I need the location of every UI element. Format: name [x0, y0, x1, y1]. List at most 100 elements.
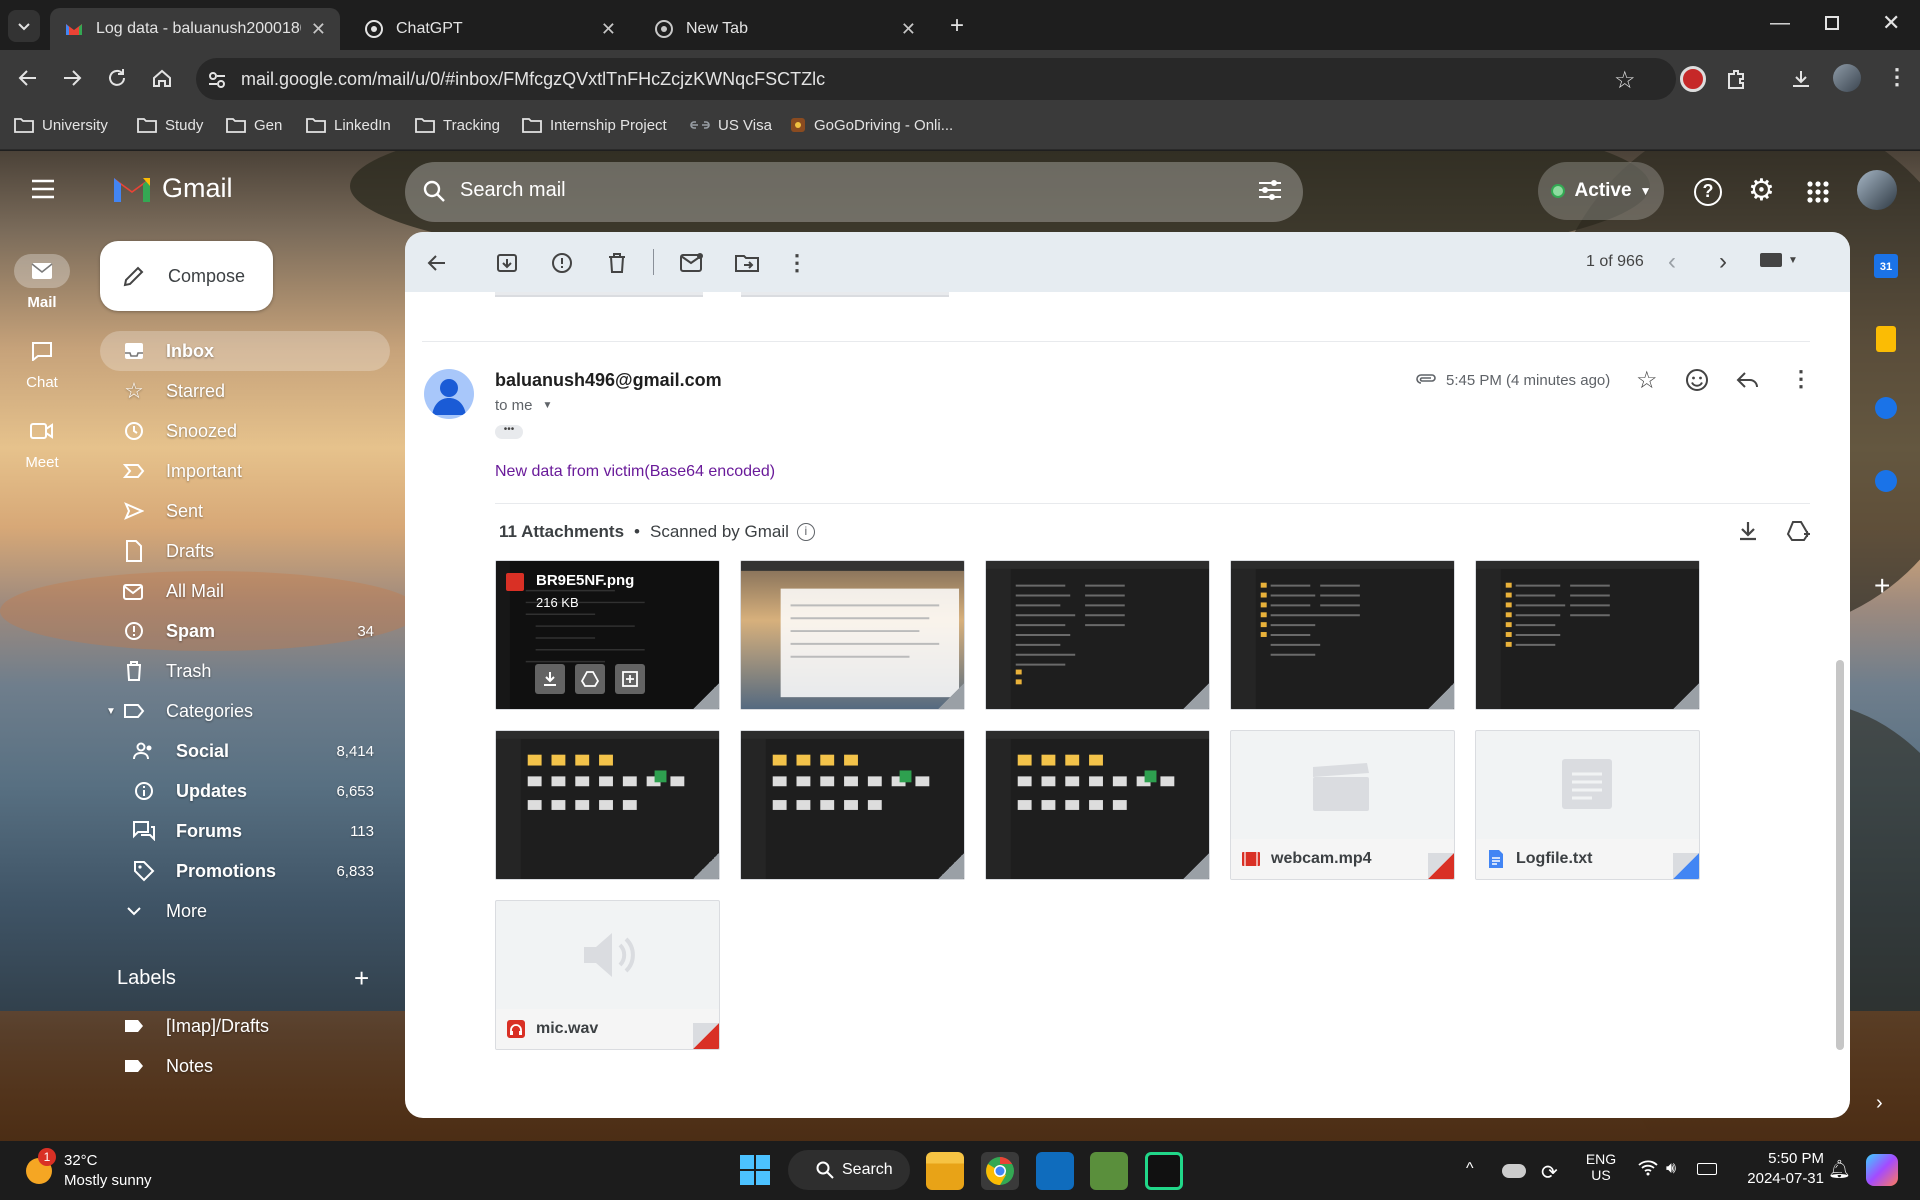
nav-all-mail[interactable]: All Mail [100, 571, 390, 611]
bookmark-university[interactable]: University [14, 116, 108, 134]
star-icon[interactable]: ☆ [1636, 366, 1658, 395]
new-tab-button[interactable]: + [950, 12, 964, 40]
move-to-icon[interactable] [734, 250, 760, 276]
nav-snoozed[interactable]: Snoozed [100, 411, 390, 451]
tab-search-button[interactable] [8, 10, 40, 42]
help-icon[interactable]: ? [1694, 178, 1722, 206]
nav-promotions[interactable]: Promotions 6,833 [100, 851, 390, 891]
attachment-image[interactable] [495, 730, 720, 880]
rail-meet[interactable]: Meet [14, 414, 70, 471]
get-addons-icon[interactable]: + [1874, 570, 1890, 602]
save-all-to-drive-icon[interactable] [1785, 520, 1811, 542]
bookmark-internship-project[interactable]: Internship Project [522, 116, 667, 134]
close-tab-icon[interactable]: ✕ [901, 19, 916, 40]
attachment-image[interactable]: BR9E5NF.png 216 KB [495, 560, 720, 710]
attachment-image[interactable] [1230, 560, 1455, 710]
message-more-icon[interactable]: ⋮ [1790, 366, 1812, 392]
attachment-image[interactable] [1475, 560, 1700, 710]
nav-categories[interactable]: ▼ Categories [100, 691, 390, 731]
label-imap-drafts[interactable]: [Imap]/Drafts [100, 1006, 390, 1046]
chrome-taskbar-icon[interactable] [981, 1152, 1019, 1190]
attachment-text-file[interactable]: Logfile.txt [1475, 730, 1700, 880]
contacts-icon[interactable] [1875, 470, 1897, 492]
sender-avatar[interactable] [424, 369, 474, 419]
nav-more[interactable]: More [100, 891, 390, 931]
account-avatar[interactable] [1857, 170, 1897, 210]
tab-new-tab[interactable]: New Tab ✕ [640, 8, 930, 50]
file-explorer-icon[interactable] [926, 1152, 964, 1190]
search-input[interactable]: Search mail [460, 179, 566, 202]
delete-icon[interactable] [604, 250, 630, 276]
copilot-icon[interactable] [1866, 1154, 1898, 1186]
sync-icon[interactable]: ⟳ [1541, 1160, 1558, 1185]
weather-widget[interactable]: 1 32°C Mostly sunny [26, 1148, 176, 1194]
attachment-image[interactable] [740, 730, 965, 880]
pycharm-icon[interactable] [1145, 1152, 1183, 1190]
wifi-icon[interactable] [1638, 1160, 1658, 1176]
close-tab-icon[interactable]: ✕ [601, 19, 616, 40]
downloads-icon[interactable] [1790, 68, 1812, 90]
rail-mail[interactable]: Mail [14, 254, 70, 311]
keep-icon[interactable] [1876, 326, 1896, 352]
outlook-icon[interactable] [1036, 1152, 1074, 1190]
show-trimmed-content-button[interactable]: ••• [495, 425, 523, 439]
emoji-reaction-icon[interactable] [1685, 368, 1709, 392]
reply-icon[interactable] [1735, 370, 1759, 390]
tab-gmail[interactable]: Log data - baluanush20001806 ✕ [50, 8, 340, 50]
nav-forums[interactable]: Forums 113 [100, 811, 390, 851]
settings-gear-icon[interactable]: ⚙ [1748, 176, 1775, 206]
tab-chatgpt[interactable]: ChatGPT ✕ [350, 8, 630, 50]
nav-updates[interactable]: Updates 6,653 [100, 771, 390, 811]
profile-avatar[interactable] [1833, 64, 1861, 92]
clock[interactable]: 5:50 PM 2024-07-31 [1732, 1150, 1824, 1187]
add-label-icon[interactable]: + [354, 963, 369, 994]
bookmark-gen[interactable]: Gen [226, 116, 282, 134]
home-icon[interactable] [148, 64, 176, 92]
back-to-inbox-icon[interactable] [424, 250, 450, 276]
attachment-image[interactable] [740, 560, 965, 710]
apps-grid-icon[interactable] [1806, 180, 1830, 204]
older-icon[interactable]: › [1719, 248, 1727, 276]
attachment-audio[interactable]: mic.wav [495, 900, 720, 1050]
rail-chat[interactable]: Chat [14, 334, 70, 391]
notepad-icon[interactable] [1090, 1152, 1128, 1190]
site-info-icon[interactable] [207, 70, 227, 90]
bookmark-gogodriving[interactable]: GoGoDriving - Onli... [790, 116, 953, 134]
add-to-photos-icon[interactable] [615, 664, 645, 694]
gmail-logo[interactable]: Gmail [112, 172, 233, 204]
mark-unread-icon[interactable] [679, 250, 705, 276]
main-menu-icon[interactable] [30, 178, 56, 200]
scrollbar-thumb[interactable] [1836, 660, 1844, 1050]
status-active-button[interactable]: Active ▼ [1538, 162, 1664, 220]
nav-drafts[interactable]: Drafts [100, 531, 390, 571]
report-spam-icon[interactable] [549, 250, 575, 276]
more-options-icon[interactable]: ⋮ [784, 250, 810, 276]
nav-trash[interactable]: Trash [100, 651, 390, 691]
input-tools-icon[interactable]: ▼ [1760, 253, 1798, 267]
bookmark-linkedin[interactable]: LinkedIn [306, 116, 391, 134]
newer-icon[interactable]: ‹ [1668, 248, 1676, 276]
recipient-line[interactable]: to me ▼ [495, 397, 552, 414]
bookmark-us-visa[interactable]: US Visa [690, 116, 772, 134]
onedrive-icon[interactable] [1502, 1164, 1526, 1178]
nav-sent[interactable]: Sent [100, 491, 390, 531]
browser-menu-icon[interactable]: ⋮ [1886, 64, 1908, 90]
bookmark-study[interactable]: Study [137, 116, 203, 134]
extensions-puzzle-icon[interactable] [1725, 68, 1747, 90]
tasks-icon[interactable] [1875, 397, 1897, 419]
label-notes[interactable]: Notes [100, 1046, 390, 1086]
volume-icon[interactable]: 🔊︎ [1666, 1160, 1676, 1178]
restore-icon[interactable] [1825, 16, 1839, 30]
nav-important[interactable]: Important [100, 451, 390, 491]
expand-side-panel-icon[interactable]: › [1876, 1092, 1883, 1115]
save-to-drive-icon[interactable] [575, 664, 605, 694]
back-icon[interactable] [14, 64, 42, 92]
show-hidden-icons[interactable]: ^ [1466, 1160, 1474, 1178]
nav-social[interactable]: Social 8,414 [100, 731, 390, 771]
notifications-bell-icon[interactable]: 🔔︎ [1828, 1159, 1851, 1180]
search-options-icon[interactable] [1257, 178, 1283, 202]
download-all-icon[interactable] [1737, 520, 1759, 542]
sender-email[interactable]: baluanush496@gmail.com [495, 370, 722, 391]
calendar-icon[interactable]: 31 [1874, 254, 1898, 278]
attachment-video[interactable]: webcam.mp4 [1230, 730, 1455, 880]
